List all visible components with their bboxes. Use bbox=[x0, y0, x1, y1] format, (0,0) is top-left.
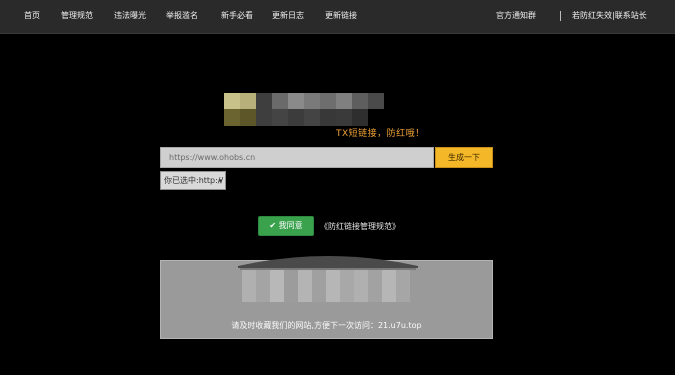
nav-update-link[interactable]: 更新链接 bbox=[325, 11, 357, 21]
blurred-banner-image bbox=[238, 256, 418, 302]
agree-button-label: 我同意 bbox=[278, 221, 303, 230]
nav-violations-link[interactable]: 违法曝光 bbox=[114, 11, 146, 21]
nav-report-link[interactable]: 举报滥名 bbox=[166, 11, 198, 21]
top-navigation-bar: 首页 管理规范 违法曝光 举报滥名 新手必看 更新日志 更新链接 官方通知群 若… bbox=[0, 0, 675, 34]
nav-home-link[interactable]: 首页 bbox=[24, 11, 40, 21]
nav-rules-link[interactable]: 管理规范 bbox=[61, 11, 93, 21]
check-icon: ✔ bbox=[269, 221, 277, 230]
agree-button[interactable]: ✔ 我同意 bbox=[258, 216, 314, 236]
long-url-input[interactable]: https://www.ohobs.cn bbox=[160, 147, 434, 168]
slogan-text: TX短链接，防红哦！ bbox=[336, 129, 425, 139]
contact-admin-link[interactable]: 若防红失效|联系站长 bbox=[572, 11, 647, 21]
protocol-select-value: 你已选中:http:// bbox=[164, 176, 224, 185]
official-group-link[interactable]: 官方通知群 bbox=[496, 11, 536, 21]
protocol-select[interactable]: 你已选中:http:// ▾ bbox=[160, 171, 226, 190]
bookmark-notice-text: 请及时收藏我们的网站,方便下一次访问：21.u7u.top bbox=[231, 321, 422, 330]
nav-beginner-link[interactable]: 新手必看 bbox=[221, 11, 253, 21]
site-logo bbox=[224, 93, 384, 126]
nav-changelog-link[interactable]: 更新日志 bbox=[272, 11, 304, 21]
management-rules-link[interactable]: 《防红链接管理规范》 bbox=[320, 221, 400, 232]
generate-button[interactable]: 生成一下 bbox=[435, 147, 493, 168]
nav-divider bbox=[560, 11, 561, 21]
caret-down-icon: ▾ bbox=[218, 177, 222, 185]
